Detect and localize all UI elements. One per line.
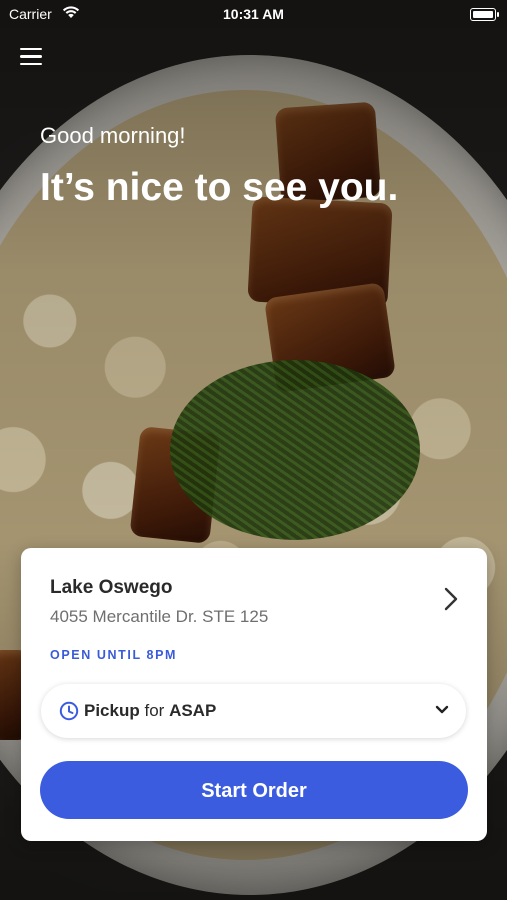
location-card: Lake Oswego 4055 Mercantile Dr. STE 125 … — [21, 548, 487, 841]
store-name: Lake Oswego — [50, 577, 173, 598]
status-bar: Carrier 10:31 AM — [0, 0, 507, 28]
order-type-selector[interactable]: Pickup for ASAP — [41, 684, 466, 738]
order-time: ASAP — [169, 701, 217, 720]
order-mode: Pickup — [84, 701, 140, 720]
chevron-down-icon[interactable] — [435, 705, 449, 715]
clock-icon — [59, 701, 79, 721]
greeting-text: Good morning! — [40, 123, 186, 148]
store-selector[interactable]: Lake Oswego 4055 Mercantile Dr. STE 125 — [21, 548, 487, 648]
clock-time: 10:31 AM — [223, 6, 284, 22]
start-order-button[interactable]: Start Order — [40, 761, 468, 819]
order-type-text: Pickup for ASAP — [84, 701, 216, 721]
battery-icon — [470, 8, 499, 21]
open-status-label: OPEN UNTIL 8PM — [50, 648, 178, 662]
headline-text: It’s nice to see you. — [40, 166, 399, 209]
store-address: 4055 Mercantile Dr. STE 125 — [50, 607, 269, 626]
chevron-right-icon[interactable] — [441, 586, 461, 612]
order-connector: for — [144, 701, 165, 720]
hamburger-menu-icon[interactable] — [20, 48, 42, 68]
